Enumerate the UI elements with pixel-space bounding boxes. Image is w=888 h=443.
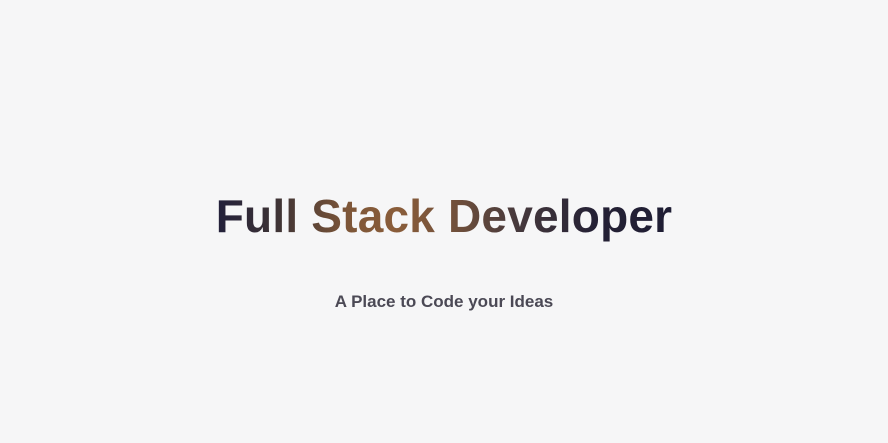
page-subtitle: A Place to Code your Ideas xyxy=(334,292,554,311)
hero-section: Full Stack Developer A Place to Code you… xyxy=(0,0,888,443)
page-title: Full Stack Developer xyxy=(0,188,888,244)
page-title-text: Full Stack Developer xyxy=(215,190,673,242)
